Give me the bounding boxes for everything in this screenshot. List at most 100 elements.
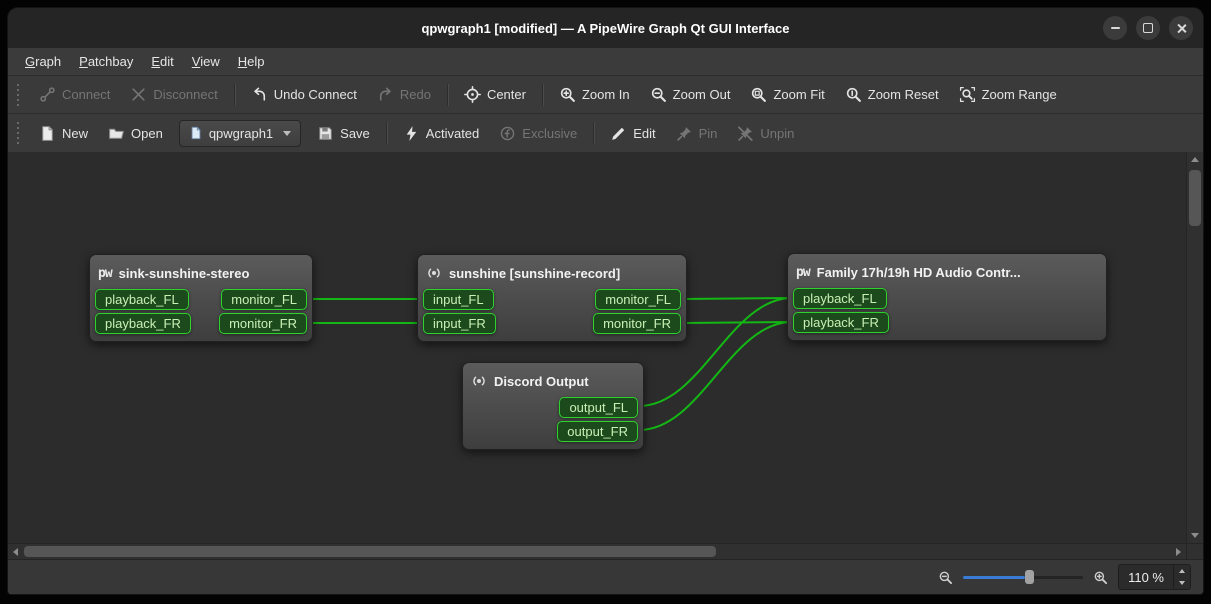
- toolbar-separator: [234, 84, 235, 106]
- toolbar-drag-handle[interactable]: [16, 122, 20, 144]
- port-playback-fr[interactable]: playback_FR: [95, 313, 191, 334]
- exclusive-button[interactable]: Exclusive: [490, 120, 586, 147]
- node-sink-sunshine-stereo[interactable]: pw sink-sunshine-stereo playback_FL moni…: [89, 254, 313, 342]
- scroll-up-arrow[interactable]: [1191, 157, 1199, 162]
- scroll-left-arrow[interactable]: [13, 548, 18, 556]
- unpin-button[interactable]: Unpin: [728, 120, 803, 147]
- pin-icon: [676, 125, 693, 142]
- open-button[interactable]: Open: [99, 120, 172, 147]
- toolbar-drag-handle[interactable]: [16, 84, 20, 106]
- menu-edit-label: Edit: [151, 54, 173, 69]
- port-row: input_FL monitor_FL: [423, 289, 681, 310]
- edit-button[interactable]: Edit: [601, 120, 664, 147]
- menu-patchbay[interactable]: Patchbay: [70, 48, 142, 75]
- new-button[interactable]: New: [30, 120, 97, 147]
- vertical-scrollbar-thumb[interactable]: [1189, 170, 1201, 226]
- minimize-button[interactable]: [1103, 16, 1127, 40]
- activated-button[interactable]: Activated: [394, 120, 488, 147]
- port-monitor-fl[interactable]: monitor_FL: [595, 289, 681, 310]
- zoom-out-icon[interactable]: [938, 570, 953, 585]
- zoom-reset-label: Zoom Reset: [868, 87, 939, 102]
- node-header: sunshine [sunshine-record]: [423, 259, 681, 287]
- maximize-button[interactable]: [1136, 16, 1160, 40]
- save-button[interactable]: Save: [308, 120, 379, 147]
- toolbar-separator: [386, 122, 387, 144]
- redo-button[interactable]: Redo: [368, 81, 440, 108]
- node-title: sunshine [sunshine-record]: [449, 266, 620, 281]
- port-output-fr[interactable]: output_FR: [557, 421, 638, 442]
- pipewire-icon: pw: [796, 265, 810, 280]
- pin-button[interactable]: Pin: [667, 120, 727, 147]
- minimize-icon: [1111, 27, 1120, 29]
- zoom-in-icon[interactable]: [1093, 570, 1108, 585]
- port-input-fl[interactable]: input_FL: [423, 289, 494, 310]
- undo-connect-button[interactable]: Undo Connect: [242, 81, 366, 108]
- port-monitor-fr[interactable]: monitor_FR: [219, 313, 307, 334]
- patchbay-selector[interactable]: qpwgraph1: [179, 120, 301, 147]
- port-playback-fl[interactable]: playback_FL: [95, 289, 189, 310]
- port-row: playback_FR monitor_FR: [95, 313, 307, 334]
- connect-button[interactable]: Connect: [30, 81, 119, 108]
- zoom-slider-fill: [963, 576, 1025, 579]
- vertical-scrollbar[interactable]: [1186, 152, 1203, 543]
- center-button[interactable]: Center: [455, 81, 535, 108]
- node-sunshine[interactable]: sunshine [sunshine-record] input_FL moni…: [417, 254, 687, 342]
- patchbay-selector-value: qpwgraph1: [209, 126, 273, 141]
- horizontal-scrollbar[interactable]: [8, 543, 1186, 559]
- edit-label: Edit: [633, 126, 655, 141]
- port-input-fr[interactable]: input_FR: [423, 313, 496, 334]
- undo-icon: [251, 86, 268, 103]
- zoom-fit-icon: [750, 86, 767, 103]
- zoom-out-button[interactable]: Zoom Out: [641, 81, 740, 108]
- zoom-spinbox[interactable]: 110 %: [1118, 564, 1191, 590]
- scroll-down-arrow[interactable]: [1191, 533, 1199, 538]
- port-playback-fr[interactable]: playback_FR: [793, 312, 889, 333]
- zoom-reset-button[interactable]: Zoom Reset: [836, 81, 948, 108]
- graph-canvas[interactable]: pw sink-sunshine-stereo playback_FL moni…: [8, 152, 1186, 543]
- titlebar[interactable]: qpwgraph1 [modified] — A PipeWire Graph …: [8, 8, 1203, 48]
- port-row: playback_FR: [793, 312, 1101, 333]
- menu-view[interactable]: View: [183, 48, 229, 75]
- zoom-out-label: Zoom Out: [673, 87, 731, 102]
- disconnect-label: Disconnect: [153, 87, 217, 102]
- connect-icon: [39, 86, 56, 103]
- patchbay-file-icon: [189, 126, 203, 140]
- spin-arrows: [1173, 565, 1190, 589]
- node-family-hd-audio[interactable]: pw Family 17h/19h HD Audio Contr... play…: [787, 253, 1107, 341]
- toolbar-separator: [542, 84, 543, 106]
- connection-sunshine-monitorfl-to-family-playbackfl[interactable]: [682, 298, 792, 299]
- disconnect-button[interactable]: Disconnect: [121, 81, 226, 108]
- port-playback-fl[interactable]: playback_FL: [793, 288, 887, 309]
- horizontal-scrollbar-thumb[interactable]: [24, 546, 716, 557]
- zoom-slider-handle[interactable]: [1025, 570, 1034, 584]
- unpin-icon: [737, 125, 754, 142]
- menu-graph[interactable]: Graph: [16, 48, 70, 75]
- scroll-right-arrow[interactable]: [1176, 548, 1181, 556]
- maximize-icon: [1143, 23, 1153, 33]
- zoom-range-button[interactable]: Zoom Range: [950, 81, 1066, 108]
- zoom-in-icon: [559, 86, 576, 103]
- connection-sunshine-monitorfr-to-family-playbackfr[interactable]: [682, 322, 792, 323]
- unpin-label: Unpin: [760, 126, 794, 141]
- hscroll-row: [8, 543, 1203, 559]
- port-output-fl[interactable]: output_FL: [559, 397, 638, 418]
- stream-icon: [426, 265, 442, 281]
- zoom-fit-button[interactable]: Zoom Fit: [741, 81, 833, 108]
- port-monitor-fl[interactable]: monitor_FL: [221, 289, 307, 310]
- menu-edit[interactable]: Edit: [142, 48, 182, 75]
- spin-down-button[interactable]: [1174, 577, 1190, 589]
- port-row: output_FR: [468, 421, 638, 442]
- zoom-slider[interactable]: [963, 568, 1083, 586]
- open-folder-icon: [108, 125, 125, 142]
- close-button[interactable]: [1169, 16, 1193, 40]
- spin-up-button[interactable]: [1174, 565, 1190, 577]
- node-discord-output[interactable]: Discord Output output_FL output_FR: [462, 362, 644, 450]
- node-title: Family 17h/19h HD Audio Contr...: [817, 265, 1021, 280]
- pipewire-icon: pw: [98, 266, 112, 281]
- zoom-in-button[interactable]: Zoom In: [550, 81, 639, 108]
- port-monitor-fr[interactable]: monitor_FR: [593, 313, 681, 334]
- menu-help[interactable]: Help: [229, 48, 274, 75]
- zoom-range-label: Zoom Range: [982, 87, 1057, 102]
- app-window: qpwgraph1 [modified] — A PipeWire Graph …: [8, 8, 1203, 594]
- port-row: playback_FL monitor_FL: [95, 289, 307, 310]
